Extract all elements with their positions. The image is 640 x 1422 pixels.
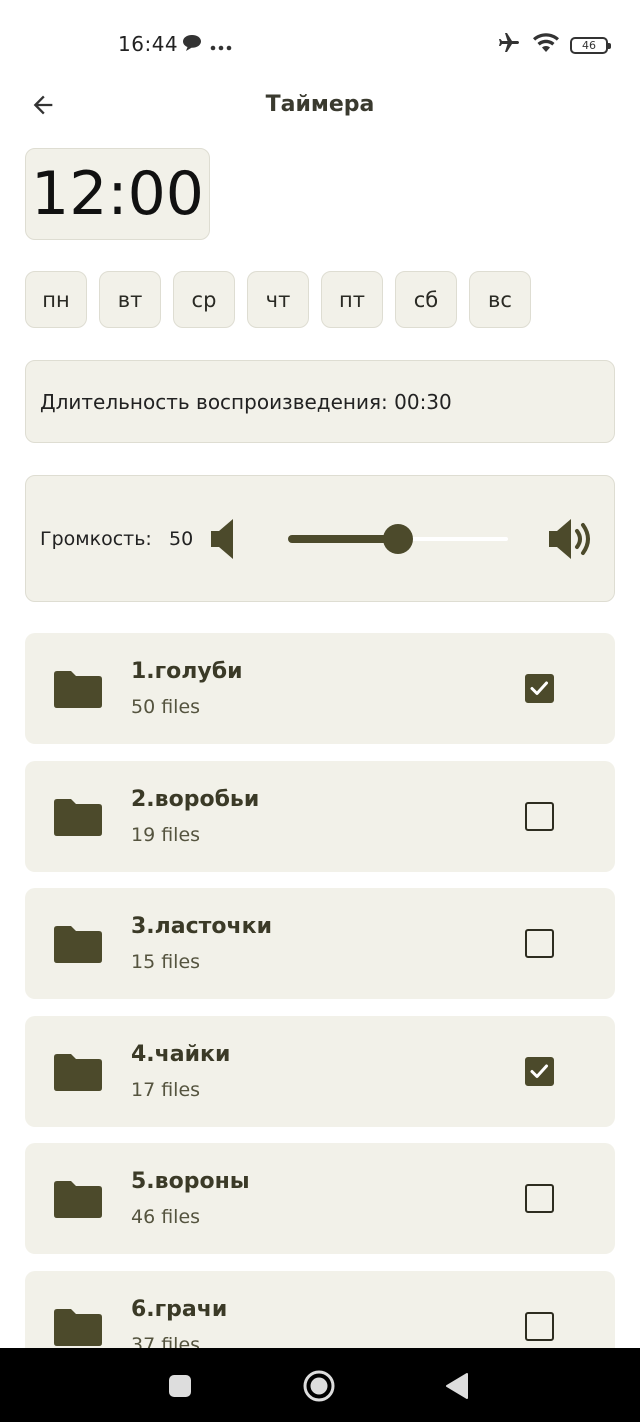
folder-icon bbox=[53, 1052, 103, 1092]
folder-list: 1.голуби 50 files 2.воробьи 19 files 3.ласто… bbox=[25, 633, 615, 1398]
back-triangle-icon[interactable] bbox=[443, 1371, 473, 1401]
folder-name: 6.грачи bbox=[131, 1296, 228, 1322]
folder-list-item[interactable]: 2.воробьи 19 files bbox=[25, 760, 615, 872]
folder-icon bbox=[53, 669, 103, 709]
folder-checkbox[interactable] bbox=[525, 801, 554, 831]
folder-checkbox[interactable] bbox=[525, 1311, 554, 1341]
volume-slider[interactable] bbox=[288, 524, 508, 554]
day-chip-sun[interactable]: вс bbox=[469, 271, 531, 328]
day-chip-wed[interactable]: ср bbox=[173, 271, 235, 328]
folder-icon bbox=[53, 1307, 103, 1347]
folder-file-count: 15 files bbox=[131, 951, 201, 973]
volume-up-icon[interactable] bbox=[547, 516, 599, 562]
more-dots-icon bbox=[210, 36, 232, 55]
folder-checkbox[interactable] bbox=[525, 929, 554, 958]
folder-icon bbox=[53, 797, 103, 837]
folder-checkbox[interactable] bbox=[525, 1056, 554, 1086]
playback-duration-button[interactable]: Длительность воспроизведения: 00:30 bbox=[25, 360, 615, 443]
folder-name: 5.вороны bbox=[131, 1169, 250, 1194]
folder-icon bbox=[53, 1179, 103, 1219]
folder-list-item[interactable]: 1.голуби 50 files bbox=[25, 633, 615, 744]
volume-value: 50 bbox=[169, 528, 194, 550]
folder-file-count: 46 files bbox=[131, 1206, 201, 1228]
folder-name: 1.голуби bbox=[131, 659, 243, 684]
day-chip-sat[interactable]: сб bbox=[395, 271, 457, 328]
folder-name: 3.ласточки bbox=[131, 914, 272, 939]
volume-card: Громкость: 50 bbox=[25, 475, 615, 602]
weekday-selector: пн вт ср чт пт сб вс bbox=[25, 271, 531, 328]
folder-list-item[interactable]: 3.ласточки 15 files bbox=[25, 888, 615, 999]
wifi-icon bbox=[532, 32, 560, 58]
folder-name: 2.воробьи bbox=[131, 786, 260, 812]
day-chip-thu[interactable]: чт bbox=[247, 271, 309, 328]
folder-checkbox[interactable] bbox=[525, 674, 554, 703]
day-chip-fri[interactable]: пт bbox=[321, 271, 383, 328]
playback-duration-label: Длительность воспроизведения: 00:30 bbox=[40, 389, 452, 414]
volume-label: Громкость: bbox=[40, 528, 152, 550]
folder-file-count: 17 files bbox=[131, 1078, 201, 1101]
battery-icon: 46 bbox=[570, 36, 611, 54]
folder-name: 4.чайки bbox=[131, 1041, 231, 1067]
alarm-time-button[interactable]: 12:00 bbox=[25, 148, 210, 240]
page-title: Таймера bbox=[265, 92, 375, 117]
folder-list-item[interactable]: 5.вороны 46 files bbox=[25, 1143, 615, 1254]
status-time: 16:44 bbox=[118, 32, 179, 56]
folder-list-item[interactable]: 4.чайки 17 files bbox=[25, 1015, 615, 1127]
volume-slider-fill bbox=[288, 535, 398, 543]
home-circle-icon[interactable] bbox=[302, 1369, 336, 1403]
airplane-icon bbox=[496, 31, 522, 59]
app-bar: Таймера bbox=[0, 78, 640, 134]
folder-checkbox[interactable] bbox=[525, 1184, 554, 1213]
folder-icon bbox=[53, 924, 103, 964]
system-nav-bar bbox=[0, 1348, 640, 1422]
day-chip-mon[interactable]: пн bbox=[25, 271, 87, 328]
day-chip-tue[interactable]: вт bbox=[99, 271, 161, 328]
chat-bubble-icon bbox=[182, 34, 202, 56]
volume-slider-thumb[interactable] bbox=[383, 524, 413, 554]
recents-square-icon[interactable] bbox=[165, 1371, 195, 1401]
status-bar: 16:44 46 bbox=[0, 0, 640, 90]
volume-mute-icon[interactable] bbox=[209, 516, 241, 562]
folder-file-count: 19 files bbox=[131, 823, 201, 846]
folder-file-count: 50 files bbox=[131, 696, 201, 718]
